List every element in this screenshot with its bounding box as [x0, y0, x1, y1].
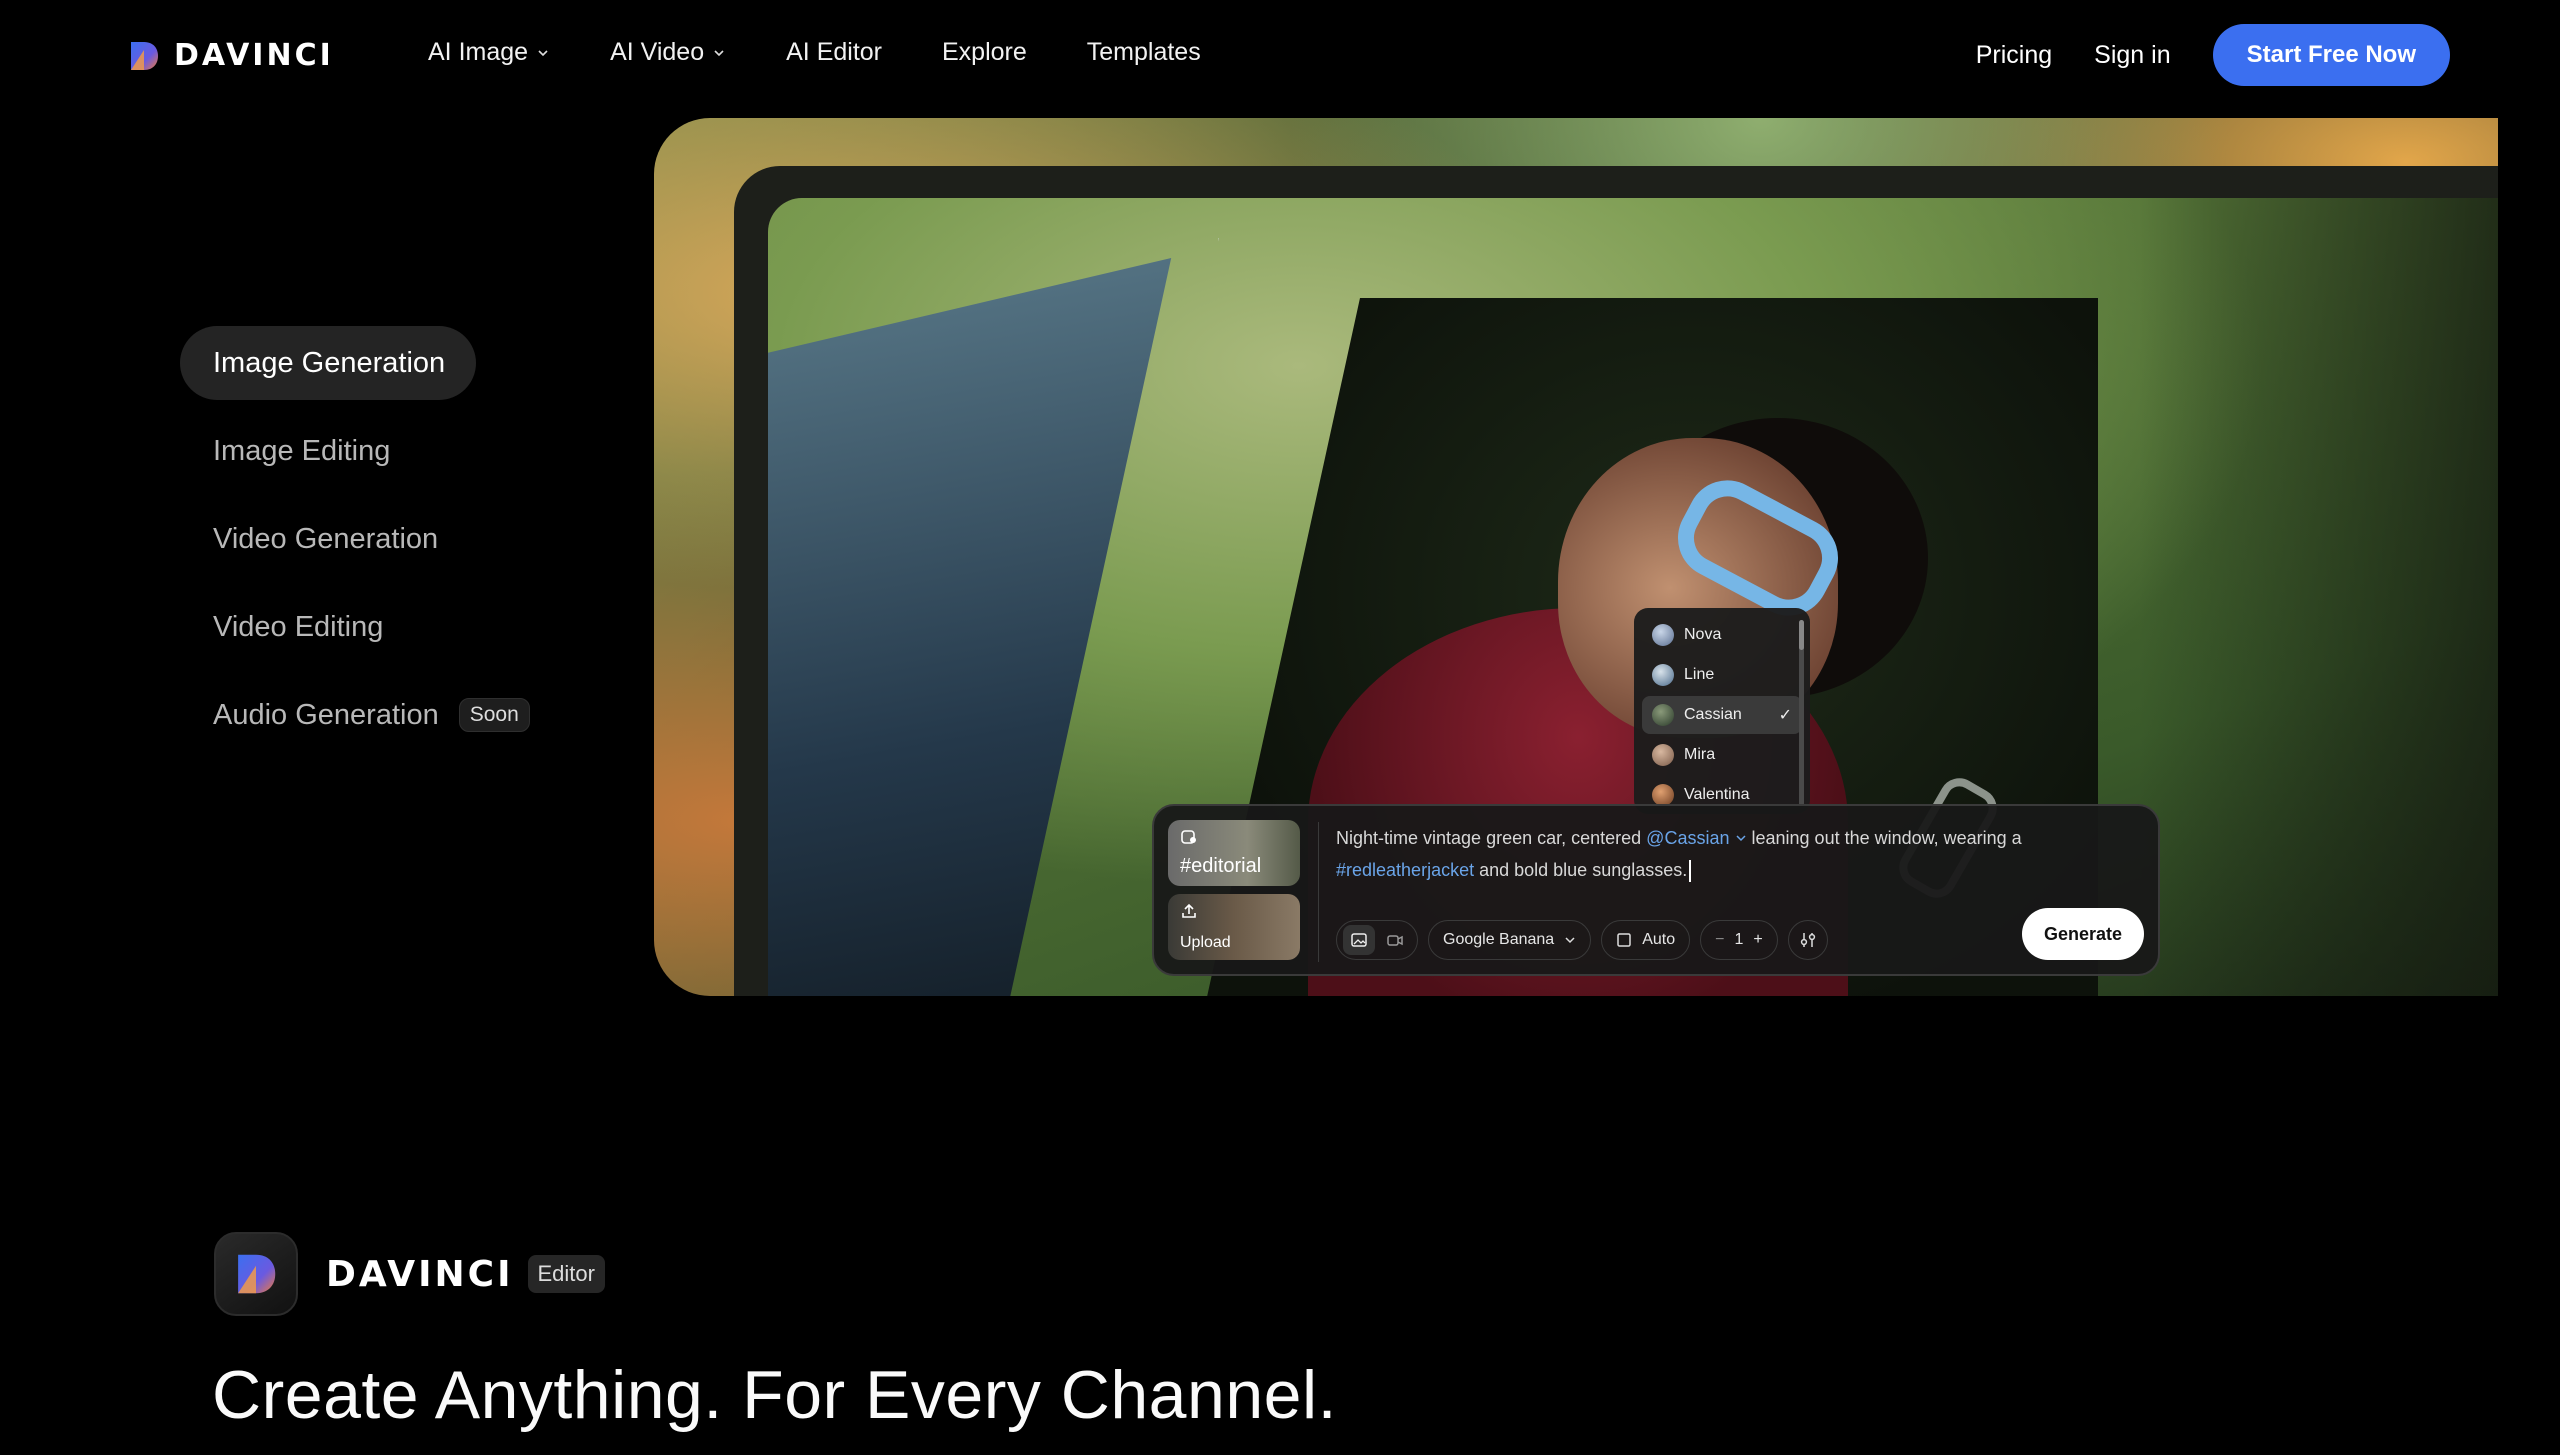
menu-item-label: Video Generation [213, 522, 439, 555]
menu-item-label: Image Generation [213, 346, 446, 379]
model-selector[interactable]: Google Banana [1428, 920, 1592, 960]
character-option-line[interactable]: Line [1642, 656, 1802, 694]
avatar [1652, 744, 1674, 766]
prompt-toolbar: Google Banana Auto − 1 + [1336, 920, 1828, 960]
model-label: Google Banana [1443, 931, 1555, 948]
aspect-label: Auto [1642, 931, 1676, 948]
davinci-logo-icon [131, 41, 158, 70]
character-mention[interactable]: @Cassian [1646, 828, 1746, 848]
character-name: Mira [1684, 746, 1716, 763]
decrement-button[interactable]: − [1715, 931, 1724, 949]
character-name: Line [1684, 666, 1715, 683]
nav-ai-editor[interactable]: AI Editor [786, 38, 882, 67]
nav-explore[interactable]: Explore [942, 38, 1027, 67]
product-header: DAVINCI Editor [214, 1232, 605, 1316]
editor-badge: Editor [527, 1255, 605, 1293]
dropdown-scrollbar-thumb[interactable] [1799, 620, 1804, 650]
nav-links: AI Image AI Video AI Editor Explore Temp… [428, 38, 1201, 67]
nav-ai-image[interactable]: AI Image [428, 38, 550, 67]
style-hashtag[interactable]: #redleatherjacket [1336, 860, 1474, 880]
upload-thumbnail[interactable]: Upload [1168, 894, 1300, 960]
menu-item-audio-generation[interactable]: Audio Generation Soon [180, 678, 600, 752]
image-icon [1351, 933, 1367, 947]
avatar [1652, 784, 1674, 806]
text-caret [1689, 860, 1692, 883]
prompt-text-middle: leaning out the window, wearing a [1746, 828, 2022, 848]
brand-logo[interactable]: DAVINCI [128, 38, 334, 73]
character-option-mira[interactable]: Mira [1642, 736, 1802, 774]
thumbnail-label: Upload [1180, 934, 1231, 951]
menu-item-image-editing[interactable]: Image Editing [180, 414, 600, 488]
style-icon [1181, 830, 1196, 844]
menu-item-image-generation[interactable]: Image Generation [180, 326, 476, 400]
character-name: Nova [1684, 626, 1722, 643]
mode-toggle [1336, 920, 1418, 960]
character-option-nova[interactable]: Nova [1642, 616, 1802, 654]
editorial-thumbnail[interactable]: #editorial [1168, 820, 1300, 886]
check-icon: ✓ [1778, 707, 1792, 724]
prompt-panel: #editorial Upload Night-time vintage gre… [1152, 804, 2160, 976]
menu-item-video-editing[interactable]: Video Editing [180, 590, 600, 664]
prompt-text-start: Night-time vintage green car, centered [1336, 828, 1647, 848]
upload-icon [1182, 903, 1196, 918]
character-dropdown: Nova Line Cassian ✓ Mira Valentina [1634, 608, 1810, 814]
nav-ai-video[interactable]: AI Video [610, 38, 726, 67]
menu-item-label: Audio Generation [213, 698, 439, 731]
nav-pricing[interactable]: Pricing [1976, 41, 2052, 70]
nav-explore-label: Explore [942, 38, 1027, 66]
product-name: DAVINCI [326, 1253, 514, 1295]
feature-menu: Image Generation Image Editing Video Gen… [180, 326, 600, 766]
prompt-input[interactable]: Night-time vintage green car, centered @… [1336, 822, 2126, 886]
start-free-button[interactable]: Start Free Now [2212, 24, 2450, 86]
divider [1318, 822, 1319, 962]
menu-item-label: Image Editing [213, 434, 391, 467]
mention-label: @Cassian [1646, 828, 1730, 848]
quantity-value: 1 [1734, 931, 1744, 948]
aspect-selector[interactable]: Auto [1601, 920, 1691, 960]
chevron-down-icon [1565, 937, 1575, 944]
sliders-icon [1800, 933, 1815, 947]
app-icon [214, 1232, 298, 1316]
menu-item-video-generation[interactable]: Video Generation [180, 502, 600, 576]
video-mode-button[interactable] [1379, 925, 1411, 955]
nav-ai-editor-label: AI Editor [786, 38, 882, 66]
character-option-cassian[interactable]: Cassian ✓ [1642, 696, 1802, 734]
section-headline: Create Anything. For Every Channel. [212, 1357, 1337, 1433]
davinci-logo-icon [238, 1254, 276, 1294]
nav-right: Pricing Sign in Start Free Now [1976, 24, 2450, 86]
character-name: Valentina [1684, 786, 1750, 803]
nav-ai-image-label: AI Image [428, 38, 529, 66]
character-name: Cassian [1684, 706, 1742, 723]
chevron-down-icon [1735, 835, 1746, 842]
thumbnail-label: #editorial [1180, 855, 1262, 877]
soon-badge: Soon [458, 698, 530, 732]
avatar [1652, 704, 1674, 726]
prompt-text-end: and bold blue sunglasses. [1474, 860, 1688, 880]
increment-button[interactable]: + [1753, 931, 1762, 949]
chevron-down-icon [538, 49, 548, 56]
image-mode-button[interactable] [1343, 925, 1375, 955]
settings-button[interactable] [1787, 920, 1828, 960]
avatar [1652, 664, 1674, 686]
image-shade [2138, 198, 2498, 996]
video-icon [1387, 935, 1403, 946]
menu-item-label: Video Editing [213, 610, 384, 643]
generate-button[interactable]: Generate [2021, 908, 2144, 960]
chevron-down-icon [714, 49, 724, 56]
top-navigation: DAVINCI AI Image AI Video AI Editor Expl… [0, 0, 2560, 108]
brand-name: DAVINCI [174, 38, 334, 73]
aspect-ratio-icon [1617, 933, 1631, 947]
avatar [1652, 624, 1674, 646]
nav-templates-label: Templates [1086, 38, 1201, 66]
quantity-stepper: − 1 + [1700, 920, 1778, 960]
nav-templates[interactable]: Templates [1087, 38, 1201, 67]
nav-ai-video-label: AI Video [610, 38, 705, 66]
nav-sign-in[interactable]: Sign in [2094, 41, 2170, 70]
